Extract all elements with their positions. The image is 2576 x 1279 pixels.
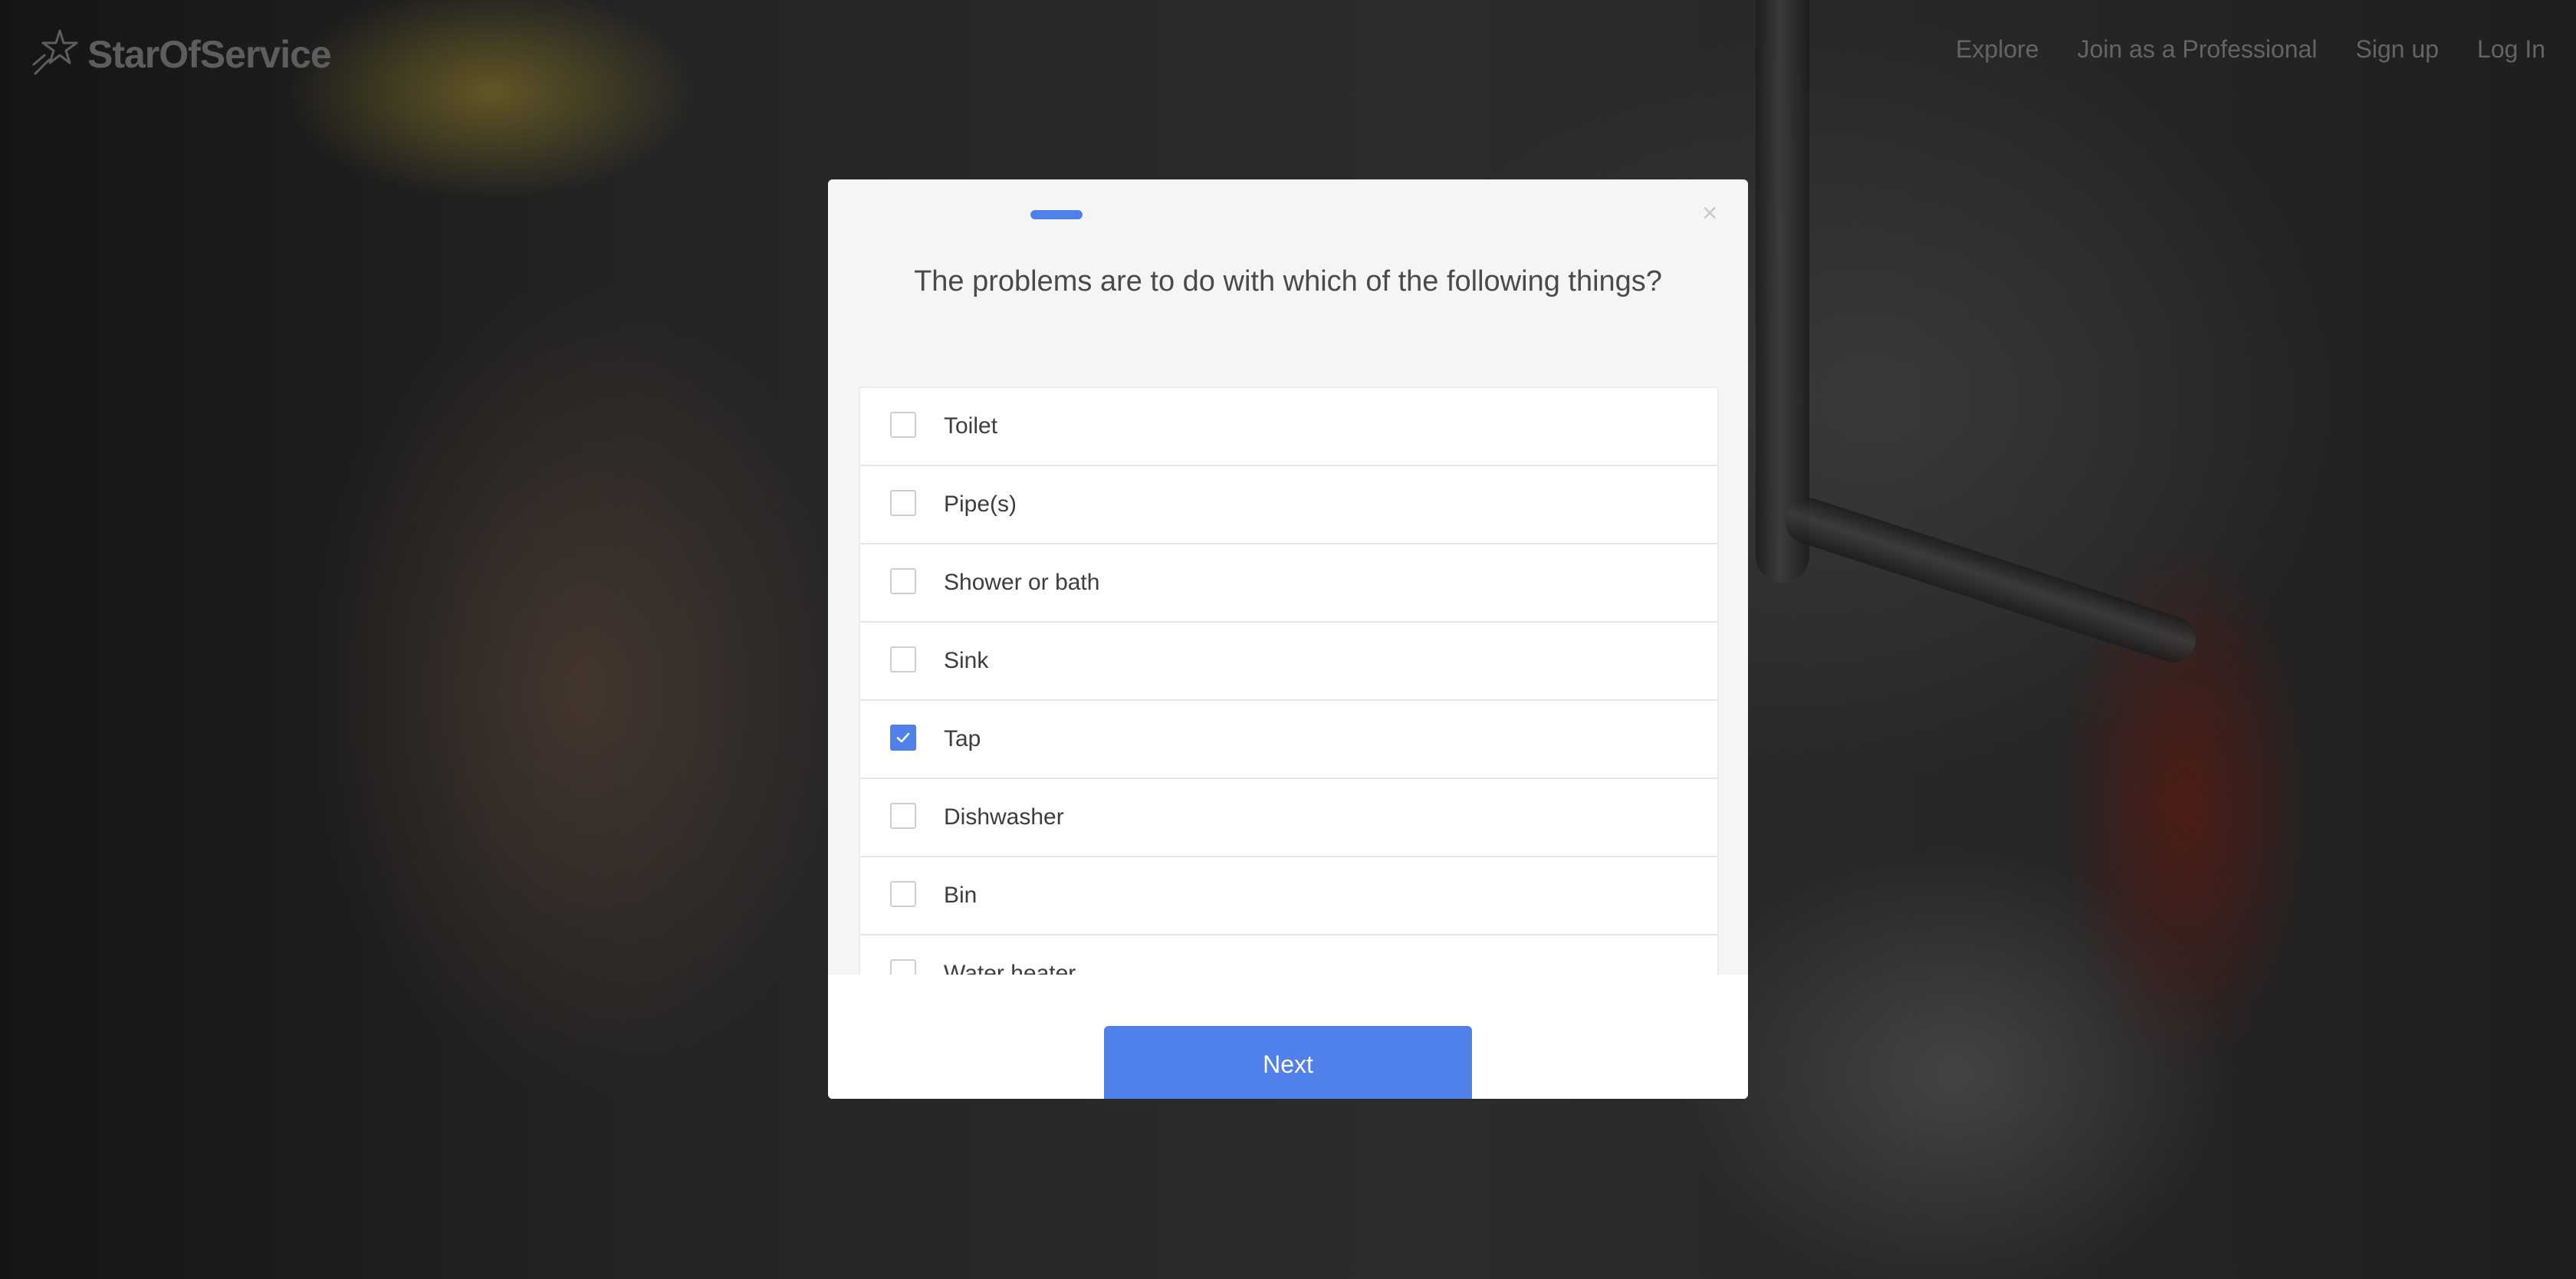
option-label: Dishwasher [944, 804, 1064, 830]
checkbox[interactable] [890, 803, 916, 829]
nav-explore[interactable]: Explore [1956, 35, 2039, 64]
option-shower-or-bath[interactable]: Shower or bath [860, 544, 1717, 623]
progress-indicator [1030, 210, 1083, 219]
option-bin[interactable]: Bin [860, 857, 1717, 935]
checkmark-icon [896, 732, 910, 743]
question-title: The problems are to do with which of the… [914, 265, 1662, 298]
checkbox[interactable] [890, 490, 916, 516]
option-label: Shower or bath [944, 570, 1100, 595]
option-sink[interactable]: Sink [860, 623, 1717, 701]
option-tap[interactable]: Tap [860, 701, 1717, 779]
nav-log-in[interactable]: Log In [2477, 35, 2545, 64]
question-modal: × The problems are to do with which of t… [828, 179, 1748, 1099]
close-icon[interactable]: × [1696, 199, 1723, 227]
brand-logo[interactable]: StarOfService [29, 26, 332, 82]
checkbox-checked[interactable] [890, 725, 916, 751]
option-label: Pipe(s) [944, 492, 1017, 517]
nav-menu: Explore Join as a Professional Sign up L… [1956, 35, 2545, 64]
option-toilet[interactable]: Toilet [860, 388, 1717, 466]
modal-footer: Next [828, 975, 1748, 1099]
option-label: Bin [944, 883, 978, 908]
top-navigation: StarOfService Explore Join as a Professi… [0, 0, 2576, 107]
option-pipes[interactable]: Pipe(s) [860, 466, 1717, 544]
next-button[interactable]: Next [1104, 1026, 1472, 1099]
nav-join-as-professional[interactable]: Join as a Professional [2077, 35, 2317, 64]
brand-name: StarOfService [87, 32, 332, 76]
nav-sign-up[interactable]: Sign up [2356, 35, 2440, 64]
option-label: Sink [944, 648, 989, 673]
checkbox[interactable] [890, 646, 916, 672]
checkbox[interactable] [890, 568, 916, 594]
option-label: Tap [944, 726, 981, 751]
star-logo-icon [29, 26, 81, 82]
checkbox[interactable] [890, 881, 916, 907]
option-label: Toilet [944, 413, 998, 439]
option-dishwasher[interactable]: Dishwasher [860, 779, 1717, 857]
checkbox[interactable] [890, 412, 916, 438]
